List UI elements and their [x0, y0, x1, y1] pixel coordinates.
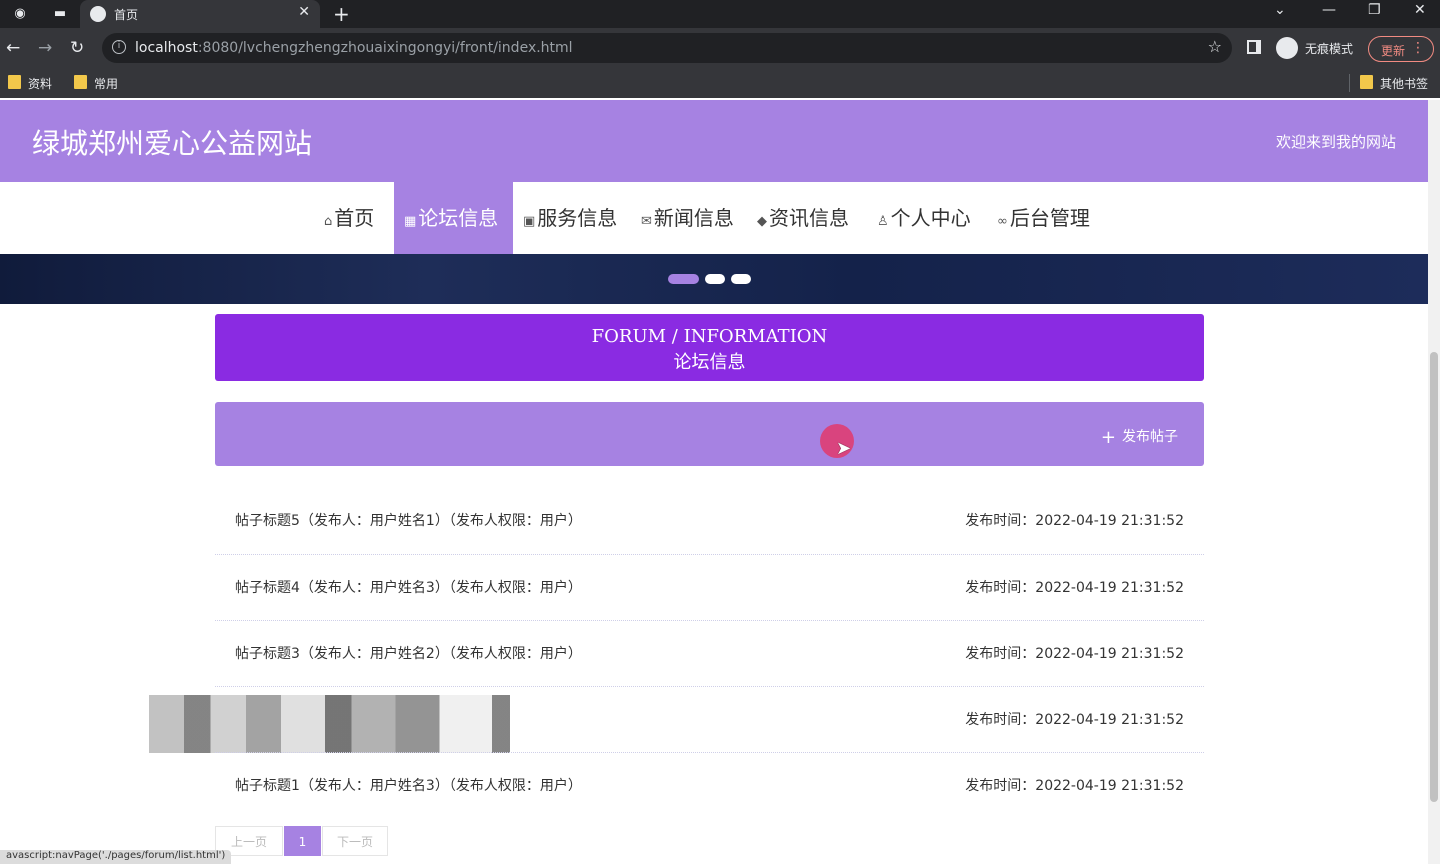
bookmark-folder[interactable]: 资料 [8, 75, 52, 92]
window-close-icon[interactable]: ✕ [1414, 2, 1426, 18]
status-bar-url: avascript:navPage('./pages/forum/list.ht… [0, 850, 232, 864]
bookmark-star-icon[interactable]: ☆ [1208, 37, 1222, 56]
menu-dots-icon[interactable]: ⋮ [1411, 40, 1425, 56]
incognito-icon[interactable] [1276, 37, 1298, 59]
user-icon: ♙ [877, 214, 889, 229]
forum-toolbar: + 发布帖子 [215, 402, 1204, 466]
tab-close-icon[interactable]: ✕ [298, 4, 310, 20]
post-time: 发布时间：2022-04-19 21:31:52 [965, 778, 1184, 794]
update-label: 更新 [1381, 44, 1406, 58]
tab-title: 首页 [114, 8, 139, 22]
nav-label: 首页 [334, 206, 375, 230]
globe-icon [90, 6, 106, 22]
nav-item-forum[interactable]: ▦ 论坛信息 [394, 182, 513, 254]
nav-label: 后台管理 [1009, 206, 1090, 230]
nav-label: 个人中心 [890, 206, 971, 230]
new-post-label: 发布帖子 [1122, 429, 1178, 445]
nav-item-services[interactable]: ▣ 服务信息 [513, 182, 627, 254]
new-post-button[interactable]: + 发布帖子 [1101, 426, 1178, 448]
incognito-label: 无痕模式 [1305, 42, 1354, 56]
grid-icon: ▣ [523, 214, 536, 229]
list-item[interactable]: 帖子标题3（发布人：用户姓名2）（发布人权限：用户） 发布时间：2022-04-… [215, 620, 1204, 686]
post-time: 发布时间：2022-04-19 21:31:52 [965, 712, 1184, 728]
mail-icon: ✉ [641, 214, 652, 229]
site-header: 绿城郑州爱心公益网站 欢迎来到我的网站 [0, 100, 1428, 182]
address-bar-row: ← → ↻ i localhost:8080/lvchengzhengzhoua… [0, 28, 1440, 68]
carousel-dot[interactable] [705, 274, 725, 284]
forum-heading-en: FORUM / INFORMATION [591, 326, 828, 347]
bookmark-divider [1349, 74, 1350, 92]
redacted-region [149, 695, 589, 753]
link-icon: ∞ [997, 214, 1008, 229]
plus-icon: + [1100, 427, 1116, 448]
post-title[interactable]: 帖子标题1（发布人：用户姓名3）（发布人权限：用户） [235, 775, 582, 795]
forum-heading-cn: 论坛信息 [673, 352, 746, 373]
forward-icon[interactable]: → [38, 38, 52, 58]
bookmark-folder[interactable]: 常用 [74, 75, 118, 92]
bookmarks-bar: 资料 常用 其他书签 [0, 68, 1440, 98]
post-time: 发布时间：2022-04-19 21:31:52 [965, 646, 1184, 662]
side-panel-icon[interactable] [1247, 40, 1261, 54]
forum-icon: ▦ [404, 214, 417, 229]
nav-item-admin[interactable]: ∞ 后台管理 [987, 182, 1100, 254]
forum-heading: FORUM / INFORMATION 论坛信息 [215, 314, 1204, 381]
browser-tab[interactable]: 首页 ✕ [80, 0, 320, 28]
tab-search-icon[interactable]: ▬ [52, 6, 68, 22]
page-scrollbar[interactable] [1428, 100, 1440, 864]
browser-tab-strip: ◉ ▬ 首页 ✕ + ⌄ — ❐ ✕ [0, 0, 1440, 28]
tab-list-icon[interactable]: ⌄ [1274, 2, 1286, 18]
web-page: 绿城郑州爱心公益网站 欢迎来到我的网站 ⌂ 首页 ▦ 论坛信息 ▣ 服务信息 ✉ 新闻信… [0, 100, 1428, 864]
nav-label: 新闻信息 [653, 206, 734, 230]
post-title[interactable]: 帖子标题4（发布人：用户姓名3）（发布人权限：用户） [235, 577, 582, 597]
post-time: 发布时间：2022-04-19 21:31:52 [965, 513, 1184, 529]
nav-label: 服务信息 [537, 206, 618, 230]
post-list: 帖子标题5（发布人：用户姓名1）（发布人权限：用户） 发布时间：2022-04-… [149, 488, 1204, 818]
carousel-dot[interactable] [731, 274, 751, 284]
list-item[interactable]: 帖子标题5（发布人：用户姓名1）（发布人权限：用户） 发布时间：2022-04-… [215, 488, 1204, 554]
post-title[interactable]: 帖子标题3（发布人：用户姓名2）（发布人权限：用户） [235, 643, 582, 663]
nav-label: 资讯信息 [769, 206, 849, 230]
url-text: localhost:8080/lvchengzhengzhouaixingong… [135, 40, 573, 56]
nav-item-home[interactable]: ⌂ 首页 [314, 182, 384, 254]
banner-carousel [0, 254, 1428, 304]
nav-item-profile[interactable]: ♙ 个人中心 [867, 182, 981, 254]
site-info-icon[interactable]: i [112, 40, 126, 54]
nav-item-news[interactable]: ✉ 新闻信息 [631, 182, 744, 254]
post-title[interactable]: 帖子标题5（发布人：用户姓名1）（发布人权限：用户） [235, 510, 582, 530]
browser-profile-icon[interactable]: ◉ [12, 6, 28, 22]
site-title: 绿城郑州爱心公益网站 [32, 127, 313, 160]
list-item[interactable]: 帖子标题1（发布人：用户姓名3）（发布人权限：用户） 发布时间：2022-04-… [215, 752, 1204, 818]
next-page-button[interactable]: 下一页 [322, 826, 388, 856]
page-number-button[interactable]: 1 [284, 826, 321, 856]
back-icon[interactable]: ← [6, 38, 20, 58]
new-tab-button[interactable]: + [333, 2, 350, 26]
scrollbar-thumb[interactable] [1430, 352, 1438, 802]
nav-item-info[interactable]: ◆ 资讯信息 [747, 182, 859, 254]
other-bookmarks-folder[interactable]: 其他书签 [1360, 75, 1428, 92]
restore-icon[interactable]: ❐ [1368, 2, 1381, 18]
url-field[interactable]: i localhost:8080/lvchengzhengzhouaixingo… [102, 33, 1232, 63]
mouse-cursor-icon: ➤ [836, 438, 852, 459]
update-button[interactable]: 更新 ⋮ [1368, 36, 1434, 62]
main-nav: ⌂ 首页 ▦ 论坛信息 ▣ 服务信息 ✉ 新闻信息 ◆ 资讯信息 ♙ 个人中心 ∞ 后台管理 [0, 182, 1428, 254]
carousel-dot-active[interactable] [668, 274, 699, 284]
list-item[interactable]: 帖子标题4（发布人：用户姓名3）（发布人权限：用户） 发布时间：2022-04-… [215, 554, 1204, 620]
nav-label: 论坛信息 [418, 206, 499, 230]
minimize-icon[interactable]: — [1322, 2, 1336, 18]
welcome-text: 欢迎来到我的网站 [1275, 133, 1396, 151]
list-item[interactable]: 发布时间：2022-04-19 21:31:52 [149, 686, 1204, 753]
layers-icon: ◆ [757, 214, 767, 229]
post-time: 发布时间：2022-04-19 21:31:52 [965, 580, 1184, 596]
reload-icon[interactable]: ↻ [70, 38, 84, 58]
home-icon: ⌂ [324, 214, 333, 229]
